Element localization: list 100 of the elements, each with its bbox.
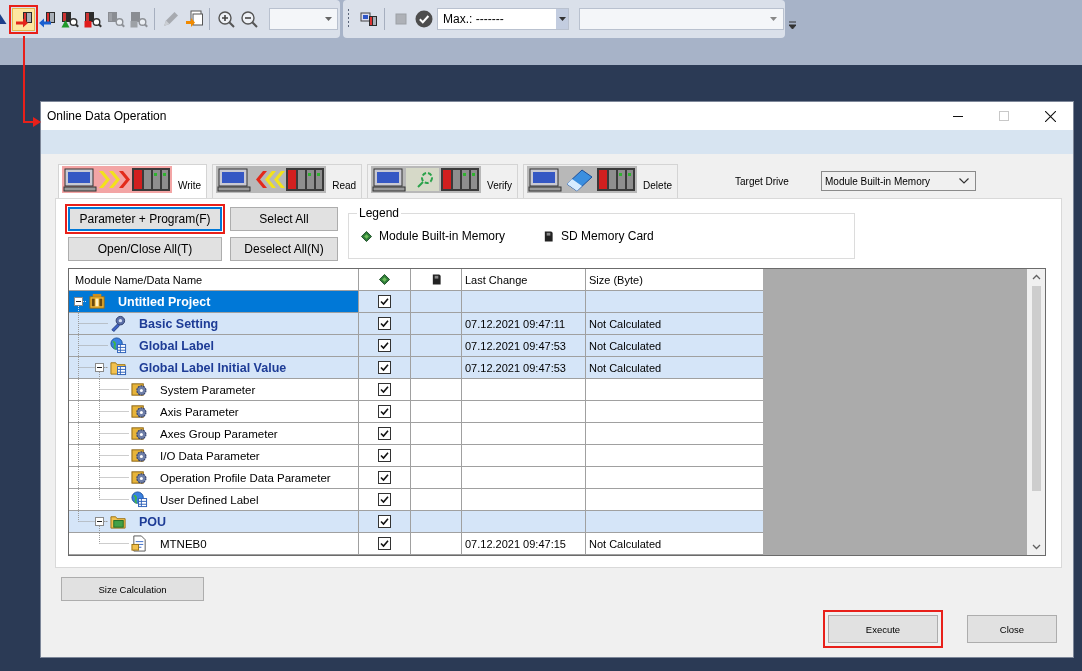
table-row[interactable]: Operation Profile Data Parameter [69,467,763,489]
document-icon [131,535,148,552]
tree-cell[interactable]: Untitled Project [69,291,359,313]
collapse-toggle[interactable] [95,363,104,372]
tree-cell[interactable]: POU [69,511,359,533]
tree-line [78,467,130,488]
checkbox[interactable] [378,515,391,528]
chip-icon [379,274,390,285]
node-label: Operation Profile Data Parameter [160,471,331,484]
collapse-toggle[interactable] [74,297,83,306]
date-cell: 07.12.2021 09:47:15 [462,533,586,555]
table-row[interactable]: POU [69,511,763,533]
zoom-out-icon [239,10,258,28]
table-row[interactable]: Untitled Project [69,291,763,313]
globe-icon [131,491,148,508]
gear-icon [131,381,148,398]
maximize-icon [999,111,1009,121]
memory-card-icon [430,274,442,285]
checkmark-icon [414,10,433,28]
dropdown-field[interactable] [269,8,338,30]
node-label: MTNEB0 [160,537,207,550]
table-row[interactable]: Global Label Initial Value 07.12.2021 09:47:53 Not Calculated [69,357,763,379]
dropdown-field[interactable] [579,8,784,30]
table-row[interactable]: I/O Data Parameter [69,445,763,467]
deselect-all-button[interactable]: Deselect All(N) [230,237,338,261]
parameter-program-button[interactable]: Parameter + Program(F) [68,207,222,231]
table-row[interactable]: Axes Group Parameter [69,423,763,445]
tree-cell[interactable]: Operation Profile Data Parameter [69,467,359,489]
size-calculation-button[interactable]: Size Calculation [61,577,204,601]
target-drive-label: Target Drive [735,175,790,187]
legend-label: Module Built-in Memory [379,229,506,243]
table-row[interactable]: Global Label 07.12.2021 09:47:53 Not Calculated [69,335,763,357]
tree-line [78,335,109,356]
tree-cell[interactable]: Axis Parameter [69,401,359,423]
dropdown-field[interactable]: Module Built-in Memory [821,171,976,191]
tree-cell[interactable]: MTNEB0 [69,533,359,555]
tree-cell[interactable]: I/O Data Parameter [69,445,359,467]
tree-cell[interactable]: System Parameter [69,379,359,401]
tree-cell[interactable]: Global Label Initial Value [69,357,359,379]
grip-handle[interactable] [347,9,350,29]
checkbox[interactable] [378,493,391,506]
node-label: User Defined Label [160,493,259,506]
globe-icon [110,337,127,354]
toolbar-icon[interactable] [0,13,7,25]
plc-right-arrow-icon [14,10,33,28]
node-label: Axes Group Parameter [160,427,278,440]
node-label: Global Label [139,338,214,353]
legend-title: Legend [358,206,401,220]
memory-card-icon [543,230,555,242]
tree-line [78,401,130,422]
checkbox[interactable] [378,537,391,550]
gear-icon [131,447,148,464]
checkbox[interactable] [378,405,391,418]
tab[interactable]: Verify [367,164,519,198]
checkbox[interactable] [378,317,391,330]
node-label: Axis Parameter [160,405,239,418]
scrollbar[interactable] [1027,269,1045,555]
computer-arrows-plc-icon [62,166,172,193]
overflow-icon[interactable] [789,19,796,29]
tab[interactable]: Delete [523,164,678,198]
tab[interactable]: Write [58,164,208,198]
computer-eraser-plc-icon [527,166,638,193]
dropdown-arrow-icon [558,17,566,21]
table-row[interactable]: Basic Setting 07.12.2021 09:47:11 Not Calculated [69,313,763,335]
node-label: I/O Data Parameter [160,449,260,462]
checkbox[interactable] [378,339,391,352]
table-row[interactable]: MTNEB0 07.12.2021 09:47:15 Not Calculated [69,533,763,555]
plc-left-arrow-icon [37,10,56,28]
execute-button[interactable]: Execute [828,615,938,643]
dropdown-field[interactable]: Max.: ------- [437,8,569,30]
close-dialog-button[interactable]: Close [967,615,1057,643]
gear-icon [131,469,148,486]
collapse-toggle[interactable] [95,517,104,526]
table-row[interactable]: System Parameter [69,379,763,401]
documents-arrow-icon [184,10,203,28]
cabinet-icon [89,293,106,310]
node-label: Untitled Project [118,294,211,309]
table-row[interactable]: Axis Parameter [69,401,763,423]
checkbox[interactable] [378,449,391,462]
checkbox[interactable] [378,383,391,396]
gear-icon [131,425,148,442]
checkbox[interactable] [378,295,391,308]
node-label: Global Label Initial Value [139,360,287,375]
plc-magnifier-icon [129,10,148,28]
tree-line [78,423,130,444]
scrollbar-thumb[interactable] [1031,286,1041,491]
open-close-all-button[interactable]: Open/Close All(T) [68,237,222,261]
select-all-button[interactable]: Select All [230,207,338,231]
checkbox[interactable] [378,427,391,440]
pen-icon [161,10,180,28]
folder-icon [110,513,127,530]
checkbox[interactable] [378,361,391,374]
window-title: Online Data Operation [47,109,167,123]
tree-cell[interactable]: Axes Group Parameter [69,423,359,445]
tree-line [78,445,130,466]
node-label: System Parameter [160,383,256,396]
tab[interactable]: Read [212,164,363,198]
checkbox[interactable] [378,471,391,484]
wrench-icon [110,315,127,332]
legend-label: SD Memory Card [561,229,654,243]
